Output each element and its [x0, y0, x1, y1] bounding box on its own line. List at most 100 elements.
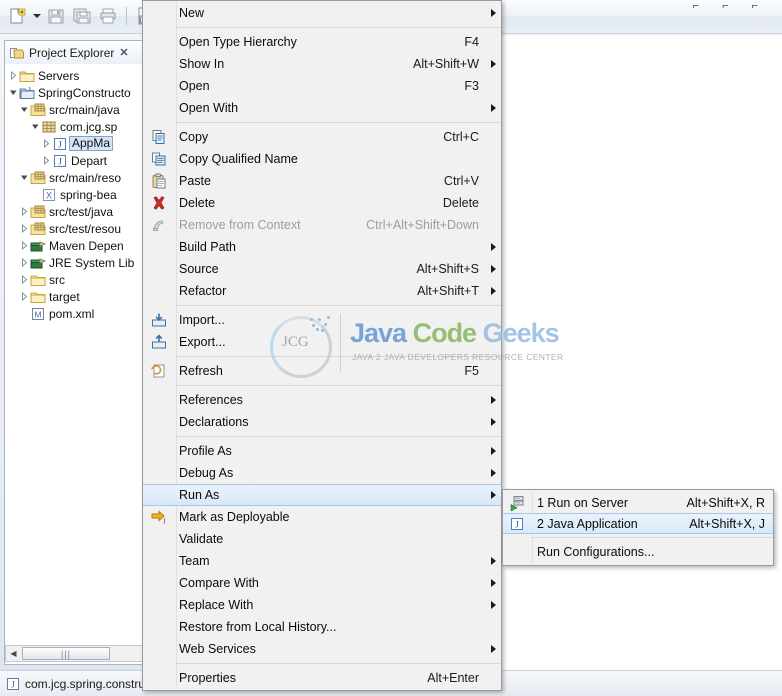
- tree-item[interactable]: SpringConstructo: [5, 84, 145, 101]
- menu-item-label: Run As: [179, 488, 220, 502]
- expand-arrow-icon[interactable]: [40, 154, 52, 168]
- close-icon[interactable]: ✕: [119, 46, 128, 59]
- new-dropdown-button[interactable]: [32, 4, 42, 28]
- menu-item[interactable]: Validate: [143, 528, 501, 550]
- tree-item[interactable]: Maven Depen: [5, 237, 145, 254]
- project-explorer-tab[interactable]: Project Explorer ✕: [4, 40, 146, 64]
- menu-item-label: Copy Qualified Name: [179, 152, 298, 166]
- menu-item[interactable]: Build Path: [143, 236, 501, 258]
- context-menu[interactable]: New Open Type Hierarchy F4 Show In Alt+Shift…: [142, 0, 502, 691]
- collapse-arrow-icon[interactable]: [7, 86, 19, 100]
- tree-item[interactable]: Xspring-bea: [5, 186, 145, 203]
- menu-item[interactable]: Replace With: [143, 594, 501, 616]
- java-project-icon: [19, 85, 35, 100]
- menu-item-label: Compare With: [179, 576, 259, 590]
- explorer-horizontal-scrollbar[interactable]: ◀ |||: [5, 645, 145, 662]
- menu-item[interactable]: References: [143, 389, 501, 411]
- project-explorer-tab-label: Project Explorer: [29, 45, 115, 60]
- menu-item[interactable]: J Mark as Deployable: [143, 506, 501, 528]
- menu-item[interactable]: Team: [143, 550, 501, 572]
- save-button[interactable]: [44, 4, 68, 28]
- tree-item[interactable]: src: [5, 271, 145, 288]
- menu-item[interactable]: Open Type Hierarchy F4: [143, 31, 501, 53]
- menu-item[interactable]: Properties Alt+Enter: [143, 667, 501, 689]
- tree-item[interactable]: Servers: [5, 67, 145, 84]
- menu-item[interactable]: New: [143, 2, 501, 24]
- menu-item[interactable]: Refresh F5: [143, 360, 501, 382]
- source-folder-icon: [30, 102, 46, 117]
- submenu-arrow-icon: [485, 287, 501, 295]
- expand-arrow-icon[interactable]: [18, 273, 30, 287]
- save-all-button[interactable]: [70, 4, 94, 28]
- menu-item[interactable]: Run As: [143, 484, 501, 506]
- collapse-arrow-icon[interactable]: [18, 171, 30, 185]
- menu-item[interactable]: Open With: [143, 97, 501, 119]
- expand-arrow-icon[interactable]: [18, 239, 30, 253]
- collapse-arrow-icon[interactable]: [29, 120, 41, 134]
- copy-qualified-icon: [143, 151, 175, 167]
- tree-item[interactable]: Mpom.xml: [5, 305, 145, 322]
- menu-item[interactable]: Copy Ctrl+C: [143, 126, 501, 148]
- menu-item-shortcut: F3: [464, 79, 479, 93]
- tree-item[interactable]: JRE System Lib: [5, 254, 145, 271]
- menu-item[interactable]: Delete Delete: [143, 192, 501, 214]
- window-controls-hint: ⌐ ⌐ ⌐: [692, 0, 768, 12]
- scroll-left-icon[interactable]: ◀: [6, 646, 21, 661]
- submenu-item-label: 1 Run on Server: [537, 495, 629, 510]
- menu-item[interactable]: Compare With: [143, 572, 501, 594]
- tree-item[interactable]: com.jcg.sp: [5, 118, 145, 135]
- menu-item-label: Replace With: [179, 598, 254, 612]
- remove-context-icon: [143, 217, 175, 233]
- menu-item[interactable]: Source Alt+Shift+S: [143, 258, 501, 280]
- submenu-item[interactable]: 1 Run on Server Alt+Shift+X, R: [503, 492, 773, 513]
- menu-item-shortcut: F5: [464, 364, 479, 378]
- source-folder-icon: [30, 170, 46, 185]
- submenu-separator: [532, 537, 773, 538]
- project-explorer-tree[interactable]: Servers SpringConstructo src/main/java c…: [5, 64, 145, 644]
- tree-item[interactable]: J Depart: [5, 152, 145, 169]
- tree-item[interactable]: src/main/java: [5, 101, 145, 118]
- expand-arrow-icon[interactable]: [18, 205, 30, 219]
- submenu-arrow-icon: [485, 491, 501, 499]
- tree-item-label: src/main/java: [49, 102, 120, 117]
- menu-item[interactable]: Debug As: [143, 462, 501, 484]
- new-wizard-button[interactable]: [6, 4, 30, 28]
- menu-separator: [176, 436, 501, 437]
- tree-item[interactable]: src/test/resou: [5, 220, 145, 237]
- menu-item[interactable]: Import...: [143, 309, 501, 331]
- menu-item-label: Remove from Context: [179, 218, 301, 232]
- menu-item[interactable]: Show In Alt+Shift+W: [143, 53, 501, 75]
- menu-item[interactable]: Profile As: [143, 440, 501, 462]
- menu-item[interactable]: Restore from Local History...: [143, 616, 501, 638]
- submenu-item[interactable]: Run Configurations...: [503, 541, 773, 562]
- menu-item[interactable]: Export...: [143, 331, 501, 353]
- expand-arrow-icon[interactable]: [18, 256, 30, 270]
- expand-arrow-icon[interactable]: [7, 69, 19, 83]
- menu-item[interactable]: Paste Ctrl+V: [143, 170, 501, 192]
- tree-item-label: Maven Depen: [49, 238, 124, 253]
- print-button[interactable]: [96, 4, 120, 28]
- tree-item[interactable]: target: [5, 288, 145, 305]
- menu-item[interactable]: Declarations: [143, 411, 501, 433]
- tree-item[interactable]: J AppMa: [5, 135, 145, 152]
- submenu-item-shortcut: Alt+Shift+X, J: [689, 516, 765, 531]
- submenu-item-label: 2 Java Application: [537, 516, 638, 531]
- submenu-item[interactable]: J 2 Java Application Alt+Shift+X, J: [503, 513, 773, 534]
- tree-item[interactable]: src/main/reso: [5, 169, 145, 186]
- expand-arrow-icon[interactable]: [18, 222, 30, 236]
- menu-item[interactable]: Open F3: [143, 75, 501, 97]
- menu-item[interactable]: Copy Qualified Name: [143, 148, 501, 170]
- collapse-arrow-icon[interactable]: [18, 103, 30, 117]
- import-icon: [143, 312, 175, 328]
- menu-item[interactable]: Refactor Alt+Shift+T: [143, 280, 501, 302]
- tree-item[interactable]: src/test/java: [5, 203, 145, 220]
- scrollbar-thumb[interactable]: |||: [22, 647, 110, 660]
- expand-arrow-icon[interactable]: [40, 137, 52, 151]
- tree-item-label: com.jcg.sp: [60, 119, 118, 134]
- menu-item[interactable]: Web Services: [143, 638, 501, 660]
- export-icon: [143, 334, 175, 350]
- run-as-submenu[interactable]: 1 Run on Server Alt+Shift+X, R J 2 Java Ap…: [502, 489, 774, 566]
- menu-item-label: Properties: [179, 671, 236, 685]
- expand-arrow-icon[interactable]: [18, 290, 30, 304]
- maven-pom-icon: M: [30, 306, 46, 321]
